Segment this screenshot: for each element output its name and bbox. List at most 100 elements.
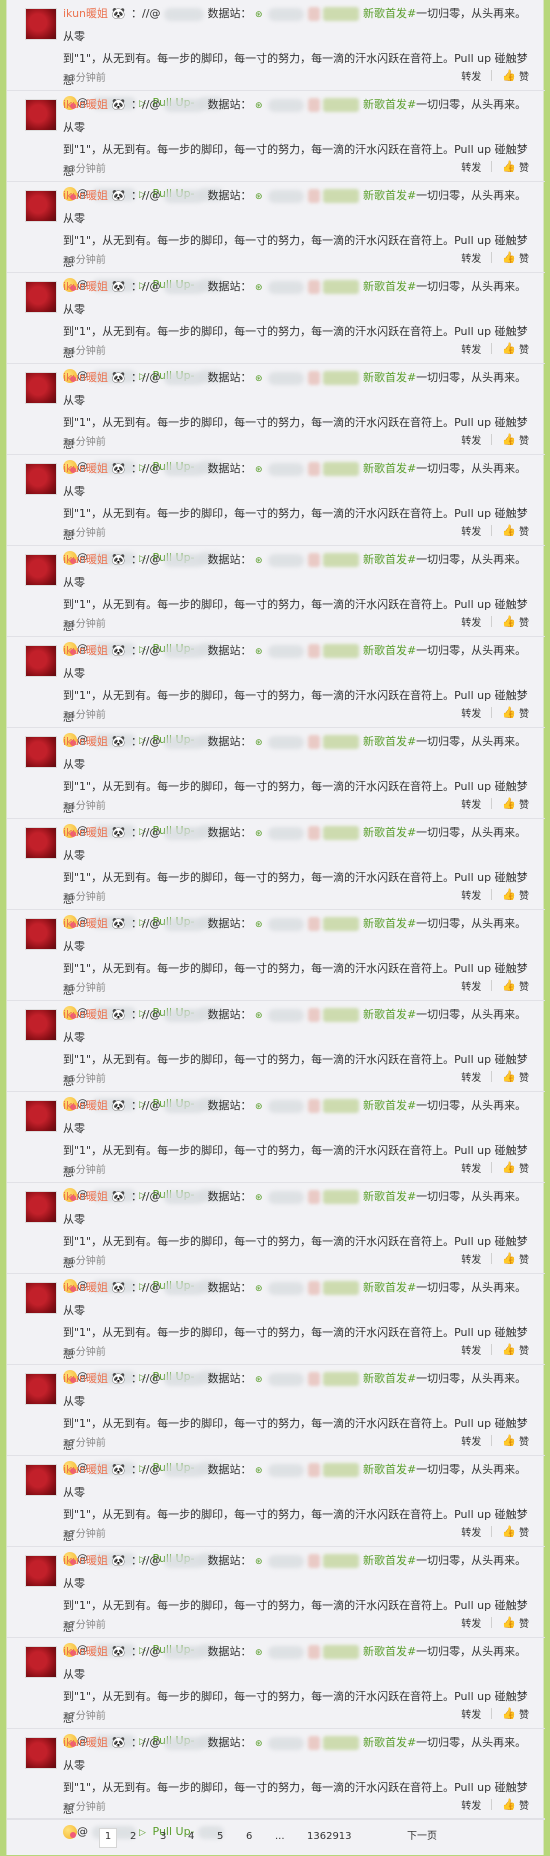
like-button[interactable]: 👍 赞 [502, 159, 529, 174]
topic-tag[interactable]: 新歌首发# [363, 98, 416, 111]
repost-button[interactable]: 转发 [461, 1797, 481, 1812]
avatar[interactable] [25, 372, 57, 404]
page-1-button[interactable]: 1 [99, 1828, 117, 1848]
username-link[interactable]: ikun暖姐 [63, 462, 108, 475]
like-button[interactable]: 👍 赞 [502, 887, 529, 902]
repost-button[interactable]: 转发 [461, 1251, 481, 1266]
repost-button[interactable]: 转发 [461, 796, 481, 811]
username-link[interactable]: ikun暖姐 [63, 1190, 108, 1203]
page-5-button[interactable]: 5 [217, 1828, 223, 1846]
username-link[interactable]: ikun暖姐 [63, 1736, 108, 1749]
repost-button[interactable]: 转发 [461, 614, 481, 629]
avatar[interactable] [25, 1009, 57, 1041]
avatar[interactable] [25, 736, 57, 768]
like-button[interactable]: 👍 赞 [502, 1706, 529, 1721]
like-button[interactable]: 👍 赞 [502, 1797, 529, 1812]
avatar[interactable] [25, 918, 57, 950]
topic-tag[interactable]: 新歌首发# [363, 1008, 416, 1021]
avatar[interactable] [25, 1373, 57, 1405]
avatar[interactable] [25, 1191, 57, 1223]
topic-tag[interactable]: 新歌首发# [363, 1554, 416, 1567]
repost-button[interactable]: 转发 [461, 1069, 481, 1084]
topic-tag[interactable]: 新歌首发# [363, 7, 416, 20]
username-link[interactable]: ikun暖姐 [63, 644, 108, 657]
avatar[interactable] [25, 1555, 57, 1587]
repost-button[interactable]: 转发 [461, 978, 481, 993]
page-6-button[interactable]: 6 [246, 1828, 252, 1846]
like-button[interactable]: 👍 赞 [502, 705, 529, 720]
username-link[interactable]: ikun暖姐 [63, 826, 108, 839]
topic-tag[interactable]: 新歌首发# [363, 1099, 416, 1112]
avatar[interactable] [25, 1737, 57, 1769]
like-button[interactable]: 👍 赞 [502, 68, 529, 83]
page-4-button[interactable]: 4 [188, 1828, 194, 1846]
like-button[interactable]: 👍 赞 [502, 341, 529, 356]
username-link[interactable]: ikun暖姐 [63, 1463, 108, 1476]
like-button[interactable]: 👍 赞 [502, 1615, 529, 1630]
username-link[interactable]: ikun暖姐 [63, 1099, 108, 1112]
topic-tag[interactable]: 新歌首发# [363, 1645, 416, 1658]
username-link[interactable]: ikun暖姐 [63, 7, 108, 20]
repost-button[interactable]: 转发 [461, 1524, 481, 1539]
username-link[interactable]: ikun暖姐 [63, 553, 108, 566]
avatar[interactable] [25, 1282, 57, 1314]
like-button[interactable]: 👍 赞 [502, 796, 529, 811]
username-link[interactable]: ikun暖姐 [63, 1645, 108, 1658]
username-link[interactable]: ikun暖姐 [63, 189, 108, 202]
avatar[interactable] [25, 99, 57, 131]
topic-tag[interactable]: 新歌首发# [363, 1463, 416, 1476]
username-link[interactable]: ikun暖姐 [63, 735, 108, 748]
avatar[interactable] [25, 1646, 57, 1678]
repost-button[interactable]: 转发 [461, 1342, 481, 1357]
like-button[interactable]: 👍 赞 [502, 523, 529, 538]
avatar[interactable] [25, 190, 57, 222]
topic-tag[interactable]: 新歌首发# [363, 1281, 416, 1294]
like-button[interactable]: 👍 赞 [502, 1160, 529, 1175]
username-link[interactable]: ikun暖姐 [63, 98, 108, 111]
like-button[interactable]: 👍 赞 [502, 1251, 529, 1266]
page-2-button[interactable]: 2 [130, 1828, 136, 1846]
page-3-button[interactable]: 3 [160, 1828, 166, 1846]
repost-button[interactable]: 转发 [461, 432, 481, 447]
topic-tag[interactable]: 新歌首发# [363, 644, 416, 657]
repost-button[interactable]: 转发 [461, 523, 481, 538]
topic-tag[interactable]: 新歌首发# [363, 917, 416, 930]
like-button[interactable]: 👍 赞 [502, 1433, 529, 1448]
topic-tag[interactable]: 新歌首发# [363, 826, 416, 839]
topic-tag[interactable]: 新歌首发# [363, 553, 416, 566]
repost-button[interactable]: 转发 [461, 1615, 481, 1630]
repost-button[interactable]: 转发 [461, 68, 481, 83]
avatar[interactable] [25, 1464, 57, 1496]
avatar[interactable] [25, 645, 57, 677]
topic-tag[interactable]: 新歌首发# [363, 189, 416, 202]
avatar[interactable] [25, 827, 57, 859]
topic-tag[interactable]: 新歌首发# [363, 462, 416, 475]
topic-tag[interactable]: 新歌首发# [363, 1372, 416, 1385]
avatar[interactable] [25, 463, 57, 495]
username-link[interactable]: ikun暖姐 [63, 1554, 108, 1567]
avatar[interactable] [25, 554, 57, 586]
avatar[interactable] [25, 1100, 57, 1132]
topic-tag[interactable]: 新歌首发# [363, 1736, 416, 1749]
repost-button[interactable]: 转发 [461, 1706, 481, 1721]
username-link[interactable]: ikun暖姐 [63, 1372, 108, 1385]
avatar[interactable] [25, 8, 57, 40]
username-link[interactable]: ikun暖姐 [63, 1008, 108, 1021]
username-link[interactable]: ikun暖姐 [63, 371, 108, 384]
last-page-button[interactable]: 1362913 [307, 1828, 352, 1846]
like-button[interactable]: 👍 赞 [502, 978, 529, 993]
topic-tag[interactable]: 新歌首发# [363, 371, 416, 384]
topic-tag[interactable]: 新歌首发# [363, 1190, 416, 1203]
topic-tag[interactable]: 新歌首发# [363, 735, 416, 748]
repost-button[interactable]: 转发 [461, 1433, 481, 1448]
username-link[interactable]: ikun暖姐 [63, 917, 108, 930]
like-button[interactable]: 👍 赞 [502, 1069, 529, 1084]
like-button[interactable]: 👍 赞 [502, 250, 529, 265]
like-button[interactable]: 👍 赞 [502, 1342, 529, 1357]
repost-button[interactable]: 转发 [461, 159, 481, 174]
username-link[interactable]: ikun暖姐 [63, 280, 108, 293]
topic-tag[interactable]: 新歌首发# [363, 280, 416, 293]
like-button[interactable]: 👍 赞 [502, 432, 529, 447]
repost-button[interactable]: 转发 [461, 341, 481, 356]
next-page-button[interactable]: 下一页 [407, 1828, 437, 1846]
